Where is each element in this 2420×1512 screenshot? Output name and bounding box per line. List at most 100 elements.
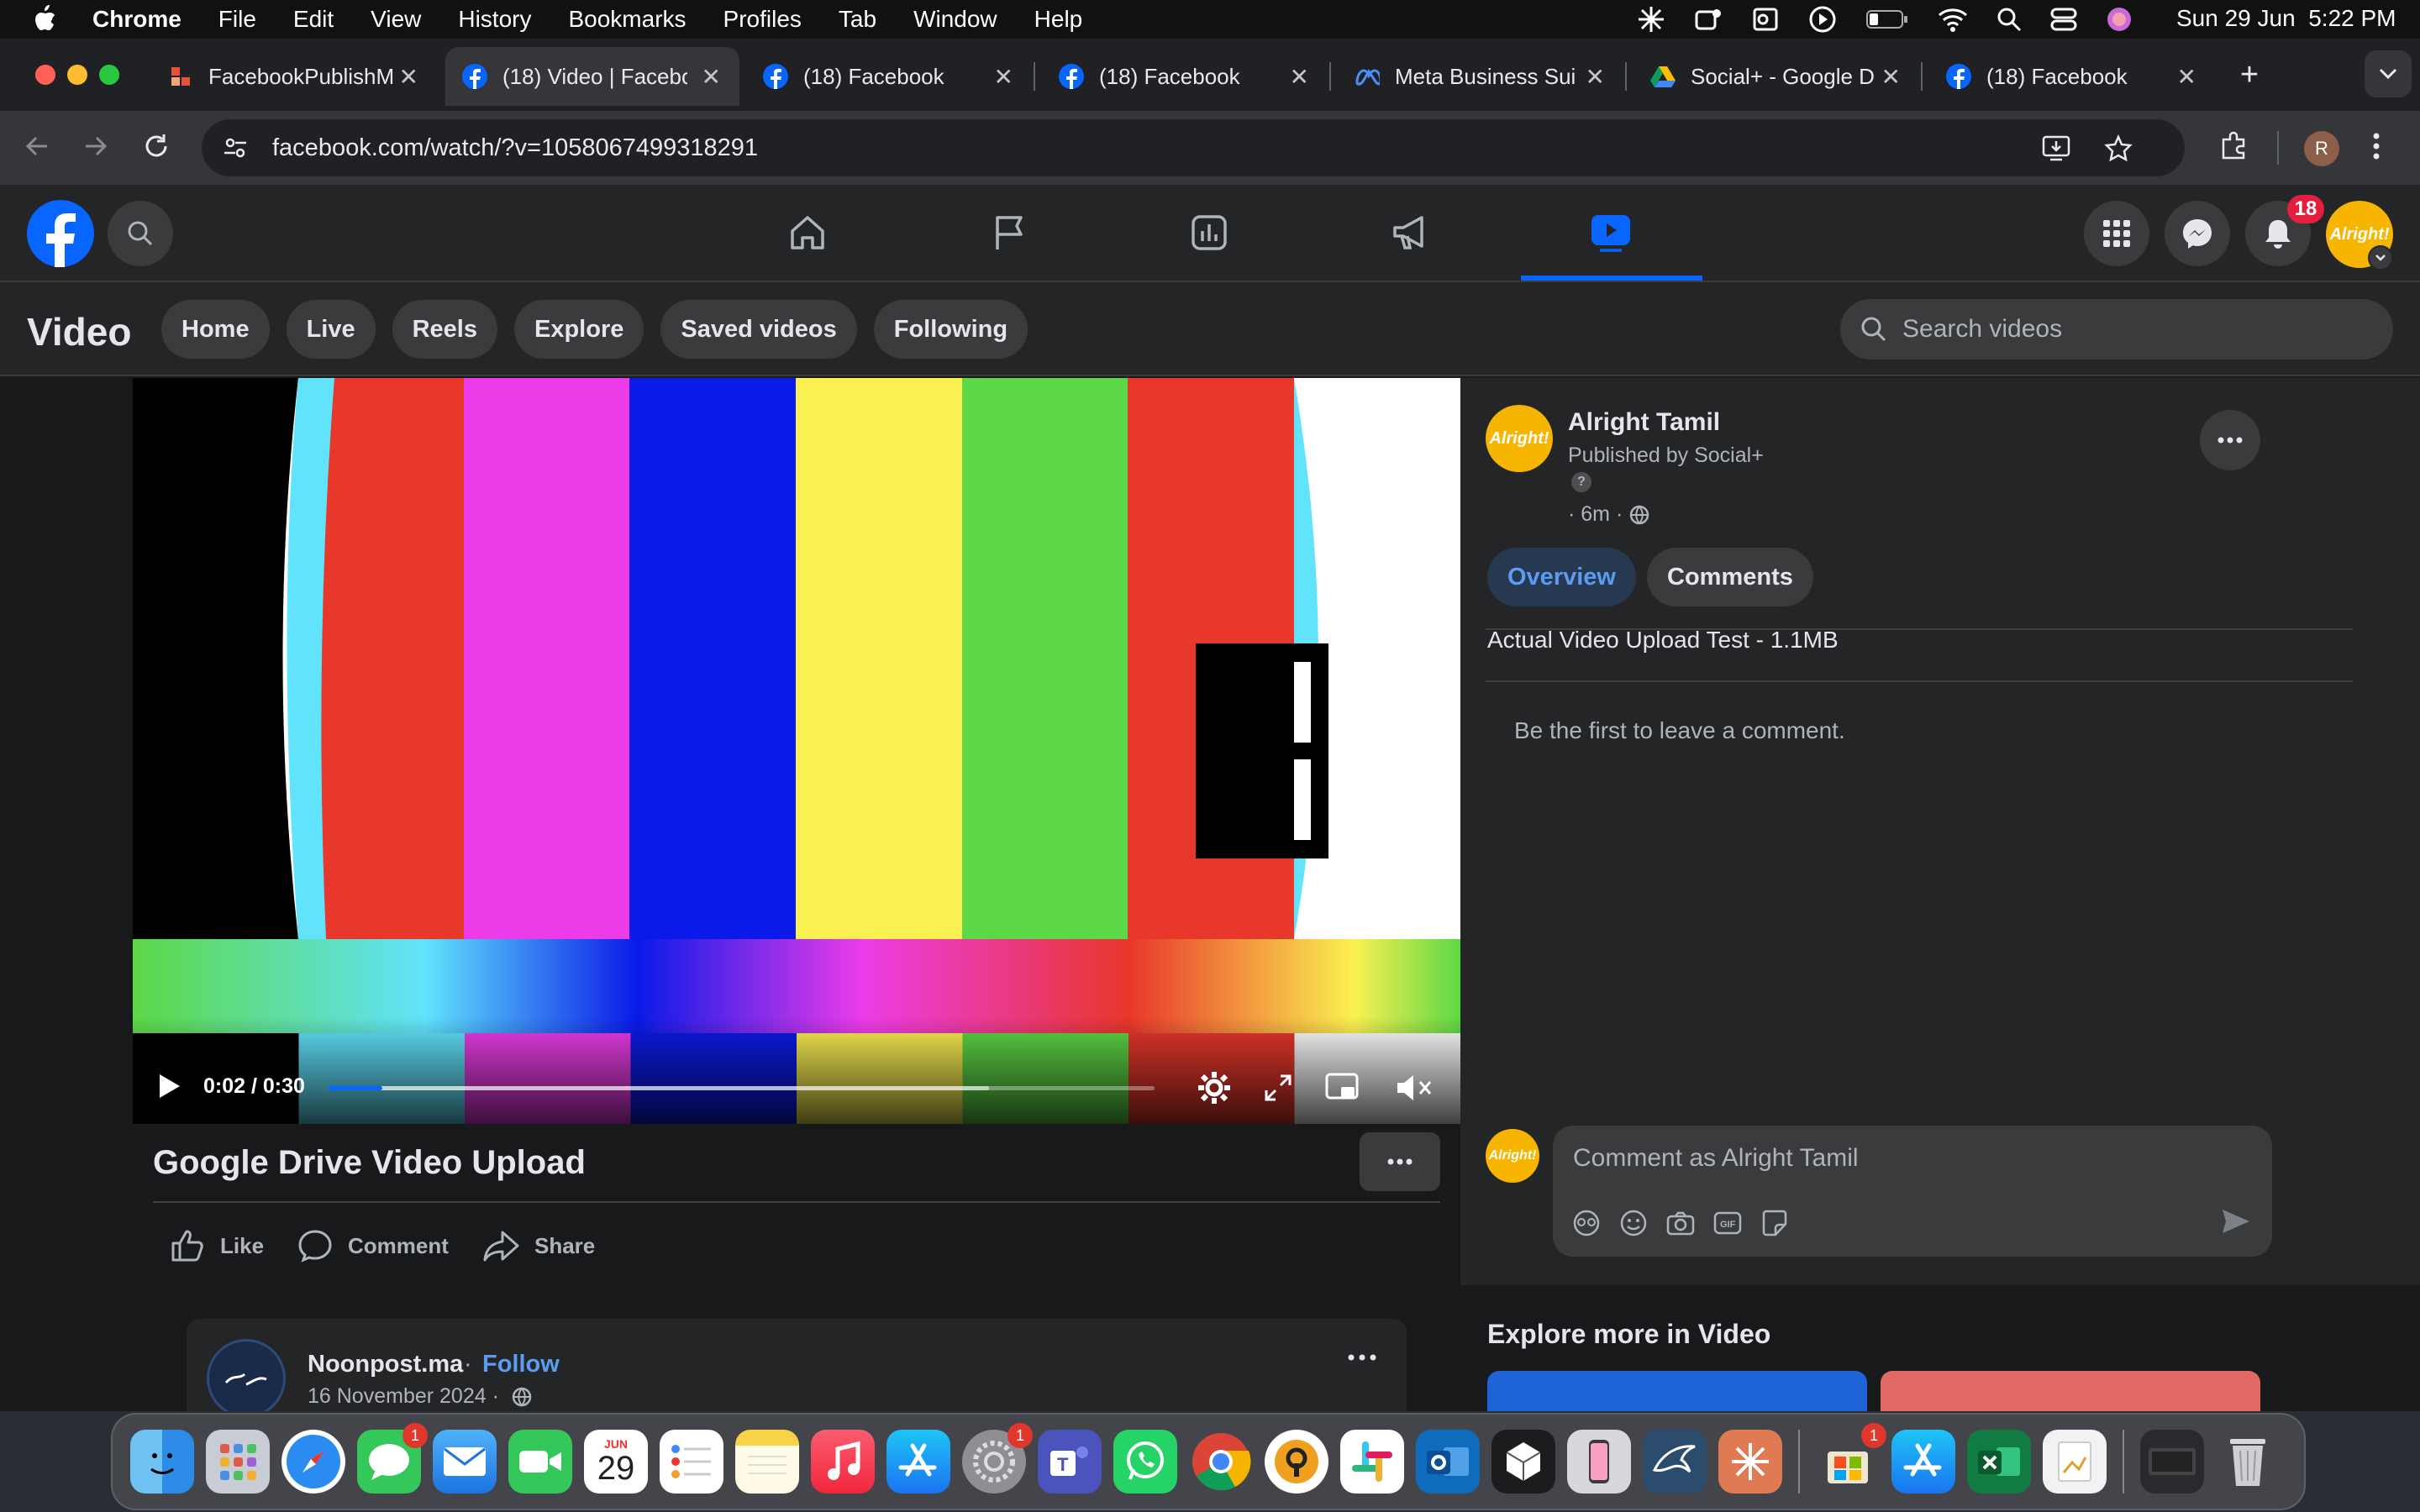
outlook-icon[interactable] — [1416, 1430, 1480, 1494]
account-chevron-icon[interactable] — [2368, 245, 2393, 270]
pill-live[interactable]: Live — [286, 300, 376, 359]
safari-icon[interactable] — [281, 1430, 345, 1494]
teams-status-icon[interactable] — [1694, 5, 1723, 34]
close-tab-icon[interactable]: ✕ — [702, 63, 721, 91]
wifi-icon[interactable] — [1938, 7, 1968, 32]
tab-comments[interactable]: Comments — [1647, 548, 1813, 606]
video-player[interactable]: 0:02 / 0:30 — [133, 378, 1460, 1124]
slack-icon[interactable] — [1340, 1430, 1404, 1494]
share-button[interactable]: Share — [482, 1226, 595, 1265]
finder-icon[interactable] — [130, 1430, 194, 1494]
facetime-icon[interactable] — [508, 1430, 572, 1494]
next-post-more-icon[interactable] — [1348, 1354, 1376, 1361]
install-app-icon[interactable] — [2042, 134, 2070, 161]
cube-app-icon[interactable] — [1491, 1430, 1555, 1494]
whatsapp-icon[interactable] — [1113, 1430, 1177, 1494]
messages-icon[interactable]: 1 — [357, 1423, 428, 1494]
browser-tab[interactable]: (18) Facebook ✕ — [1929, 47, 2215, 106]
apple-logo-icon[interactable] — [32, 5, 57, 34]
browser-tab-active[interactable]: (18) Video | Facebo ✕ — [445, 47, 739, 106]
new-tab-button[interactable]: + — [2232, 57, 2267, 92]
pill-saved-videos[interactable]: Saved videos — [660, 300, 857, 359]
noonpost-avatar[interactable] — [207, 1339, 286, 1418]
battery-icon[interactable] — [1865, 8, 1909, 30]
mute-speaker-icon[interactable] — [1395, 1072, 1434, 1104]
close-tab-icon[interactable]: ✕ — [2177, 63, 2196, 91]
messenger-icon[interactable] — [2165, 201, 2230, 266]
post-time[interactable]: · 6m · — [1568, 502, 1623, 527]
app-store-download-icon[interactable] — [1891, 1430, 1955, 1494]
iphone-mirroring-icon[interactable] — [1567, 1430, 1631, 1494]
video-progress-track[interactable] — [328, 1086, 1155, 1090]
explore-card[interactable] — [1881, 1371, 2260, 1413]
minimize-window-button[interactable] — [67, 65, 87, 85]
menu-file[interactable]: File — [218, 6, 256, 33]
bookmark-star-icon[interactable] — [2104, 134, 2133, 163]
perplexity-app-icon[interactable] — [1718, 1430, 1782, 1494]
post-more-options-icon[interactable] — [1360, 1132, 1440, 1191]
next-post-date[interactable]: 16 November 2024 · — [308, 1384, 499, 1409]
close-tab-icon[interactable]: ✕ — [399, 63, 418, 91]
menu-grid-icon[interactable] — [2084, 201, 2149, 266]
site-settings-icon[interactable] — [215, 128, 255, 168]
pill-explore[interactable]: Explore — [514, 300, 644, 359]
app-store-icon[interactable] — [886, 1430, 950, 1494]
reminders-icon[interactable] — [660, 1430, 723, 1494]
url-text[interactable]: facebook.com/watch/?v=1058067499318291 — [272, 134, 758, 162]
next-post-author[interactable]: Noonpost.ma — [308, 1351, 463, 1378]
back-arrow-icon[interactable] — [22, 131, 52, 161]
close-tab-icon[interactable]: ✕ — [1290, 63, 1309, 91]
menu-window[interactable]: Window — [913, 6, 997, 33]
settings-gear-icon[interactable] — [1197, 1070, 1232, 1105]
browser-tab[interactable]: Meta Business Sui ✕ — [1338, 47, 1623, 106]
mail-icon[interactable] — [433, 1430, 497, 1494]
publisher-more-icon[interactable] — [2200, 410, 2260, 470]
send-icon[interactable] — [2220, 1206, 2252, 1236]
menu-bookmarks[interactable]: Bookmarks — [568, 6, 686, 33]
google-chrome-icon[interactable] — [1189, 1430, 1253, 1494]
spotlight-search-icon[interactable] — [1996, 7, 2022, 32]
facebook-logo-icon[interactable] — [27, 200, 94, 267]
nav-video-icon[interactable] — [1556, 205, 1665, 260]
menu-edit[interactable]: Edit — [293, 6, 334, 33]
comment-button[interactable]: Comment — [297, 1226, 449, 1265]
screenshot-stack-icon[interactable] — [2140, 1430, 2204, 1494]
launchpad-icon[interactable] — [206, 1430, 270, 1494]
music-icon[interactable] — [811, 1430, 875, 1494]
tab-overview[interactable]: Overview — [1487, 548, 1636, 606]
pill-home[interactable]: Home — [161, 300, 270, 359]
menu-help[interactable]: Help — [1034, 6, 1083, 33]
nav-home-icon[interactable] — [753, 205, 862, 260]
comment-composer[interactable]: Comment as Alright Tamil GIF — [1553, 1126, 2272, 1257]
browser-tab[interactable]: FacebookPublishM ✕ — [151, 47, 437, 106]
avatar-sticker-icon[interactable] — [1571, 1208, 1602, 1238]
play-icon[interactable] — [156, 1072, 182, 1100]
sticker-icon[interactable] — [1760, 1208, 1790, 1238]
pill-reels[interactable]: Reels — [392, 300, 497, 359]
gif-icon[interactable]: GIF — [1712, 1208, 1743, 1238]
microsoft-installer-icon[interactable]: 1 — [1816, 1423, 1886, 1494]
explore-card[interactable] — [1487, 1371, 1867, 1413]
menu-view[interactable]: View — [371, 6, 421, 33]
menu-history[interactable]: History — [458, 6, 531, 33]
siri-icon[interactable] — [2106, 6, 2133, 33]
browser-tab[interactable]: (18) Facebook ✕ — [746, 47, 1032, 106]
notes-icon[interactable] — [735, 1430, 799, 1494]
microsoft-teams-icon[interactable]: T — [1038, 1430, 1102, 1494]
fullscreen-icon[interactable] — [1264, 1074, 1292, 1102]
like-button[interactable]: Like — [170, 1226, 264, 1265]
emoji-icon[interactable] — [1618, 1208, 1649, 1238]
menu-tab[interactable]: Tab — [839, 6, 876, 33]
excel-icon[interactable] — [1967, 1430, 2031, 1494]
commenter-avatar[interactable]: Alright! — [1486, 1129, 1539, 1183]
menu-app-name[interactable]: Chrome — [92, 6, 182, 33]
close-tab-icon[interactable]: ✕ — [994, 63, 1013, 91]
reload-icon[interactable] — [141, 131, 171, 161]
nav-ads-megaphone-icon[interactable] — [1356, 205, 1465, 260]
menubar-clock[interactable]: Sun 29 Jun 5:22 PM — [2176, 5, 2396, 32]
address-bar[interactable]: facebook.com/watch/?v=1058067499318291 — [202, 119, 2185, 176]
browser-tab[interactable]: Social+ - Google D ✕ — [1634, 47, 1919, 106]
system-settings-icon[interactable]: 1 — [962, 1423, 1033, 1494]
menu-profiles[interactable]: Profiles — [723, 6, 802, 33]
chrome-profile-avatar[interactable]: R — [2304, 131, 2339, 166]
